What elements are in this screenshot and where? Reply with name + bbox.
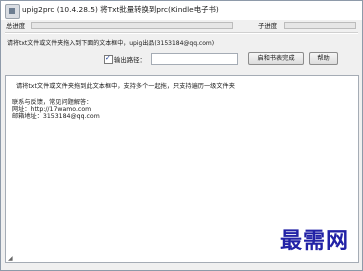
help-button[interactable]: 帮助 xyxy=(309,52,338,65)
resize-grip-icon[interactable]: ◢ xyxy=(8,255,13,262)
output-path-checkbox[interactable]: ✓ xyxy=(104,54,113,64)
app-icon xyxy=(5,4,20,19)
total-progress-label: 总进度 xyxy=(6,22,26,30)
window-title: upig2prc (10.4.28.5) 将Txt批量转换到prc(Kindle… xyxy=(22,5,219,14)
sub-progress-bar xyxy=(284,22,356,29)
log-line: 请将txt文件或文件夹拖到此文本框中，支持多个一起拖，只支持遍历一级文件夹 xyxy=(16,83,235,90)
total-progress-bar xyxy=(31,22,233,29)
output-path-label: 输出路径： xyxy=(114,56,146,64)
output-path-input[interactable] xyxy=(151,53,238,65)
instruction-text: 请将txt文件或文件夹拖入到下面的文本框中，upig出品(3153184@qq.… xyxy=(7,40,215,47)
watermark-logo: 最需网 xyxy=(279,228,349,254)
start-button[interactable]: 启和书表完成 xyxy=(248,52,304,65)
checkmark-icon: ✓ xyxy=(105,54,111,62)
sub-progress-label: 子进度 xyxy=(258,22,278,30)
divider xyxy=(5,32,358,34)
title-bar[interactable]: upig2prc (10.4.28.5) 将Txt批量转换到prc(Kindle… xyxy=(1,1,362,20)
log-line: 邮箱地址：3153184@qq.com xyxy=(12,113,100,120)
